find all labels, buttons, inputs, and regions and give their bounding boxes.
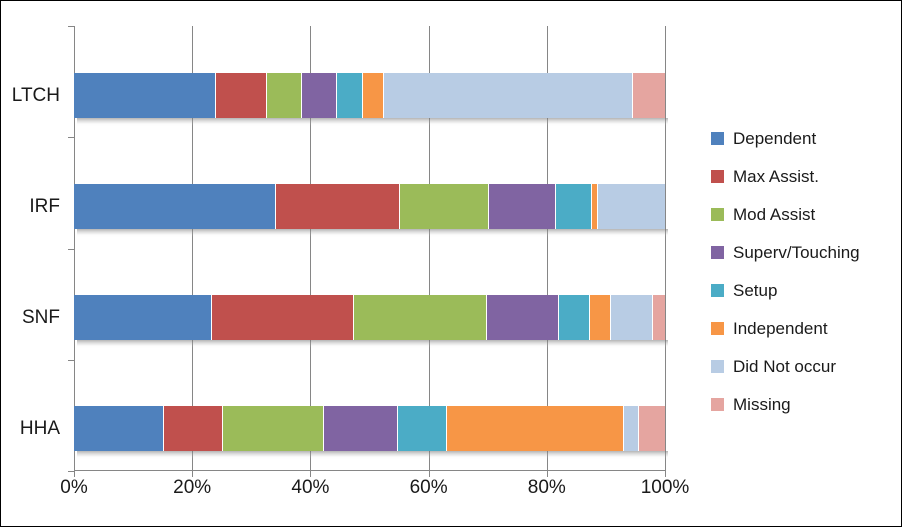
legend-swatch-dependent	[711, 131, 724, 145]
legend-swatch-missing	[711, 397, 724, 411]
legend-item-superv-touching[interactable]: Superv/Touching	[711, 233, 897, 271]
y-axis-label-irf: IRF	[29, 195, 60, 217]
bar-row-ltch	[74, 73, 665, 118]
x-axis-line	[74, 470, 665, 471]
bar-segment-ltch-dependent[interactable]	[74, 73, 217, 118]
bar-segment-hha-setup[interactable]	[398, 406, 447, 451]
x-axis-label-40pct: 40%	[291, 477, 330, 498]
legend-swatch-mod-assist	[711, 207, 724, 221]
y-axis-label-ltch: LTCH	[11, 84, 60, 106]
bar-segment-hha-did-not-occur[interactable]	[624, 406, 639, 451]
legend-label-independent: Independent	[733, 318, 828, 338]
bar-segment-hha-max-assist[interactable]	[164, 406, 223, 451]
legend-item-independent[interactable]: Independent	[711, 309, 897, 347]
x-axis-label-20pct: 20%	[173, 477, 212, 498]
bar-segment-snf-max-assist[interactable]	[212, 295, 355, 340]
bar-row-snf	[74, 295, 665, 340]
bar-segment-ltch-missing[interactable]	[633, 73, 665, 118]
bar-segment-irf-setup[interactable]	[555, 184, 593, 229]
legend-swatch-superv-touching	[711, 245, 724, 259]
y-axis-labels: LTCH IRF SNF HHA	[1, 26, 74, 471]
legend-item-dependent[interactable]: Dependent	[711, 119, 897, 157]
legend-label-max-assist: Max Assist.	[733, 166, 819, 186]
legend-label-dependent: Dependent	[733, 128, 817, 148]
bar-segment-snf-setup[interactable]	[559, 295, 590, 340]
bar-segment-snf-dependent[interactable]	[74, 295, 213, 340]
legend-swatch-setup	[711, 283, 724, 297]
bar-segment-snf-superv-touching[interactable]	[487, 295, 560, 340]
x-axis-label-100pct: 100%	[640, 477, 690, 498]
legend-label-missing: Missing	[733, 394, 791, 414]
y-tick-0	[68, 26, 74, 27]
bar-segment-ltch-superv-touching[interactable]	[302, 73, 337, 118]
legend-item-setup[interactable]: Setup	[711, 271, 897, 309]
bar-segment-ltch-independent[interactable]	[362, 73, 384, 118]
bar-segment-irf-did-not-occur[interactable]	[597, 184, 665, 229]
x-axis-label-80pct: 80%	[527, 477, 566, 498]
legend-item-missing[interactable]: Missing	[711, 385, 897, 423]
bar-row-irf	[74, 184, 665, 229]
legend-swatch-did-not-occur	[711, 359, 724, 373]
y-tick-1	[68, 137, 74, 138]
x-axis-tick-labels: 0% 20% 40% 60% 80% 100%	[1, 477, 741, 509]
bar-segment-irf-mod-assist[interactable]	[399, 184, 489, 229]
gridline-100pct	[665, 26, 666, 471]
bar-segment-snf-independent[interactable]	[589, 295, 612, 340]
legend-swatch-independent	[711, 321, 724, 335]
bar-segment-snf-did-not-occur[interactable]	[611, 295, 653, 340]
chart-container: LTCH IRF SNF HHA 0% 20% 40% 60% 80% 100% Depende…	[0, 0, 902, 527]
bar-shadow-ltch	[77, 118, 668, 126]
legend-label-setup: Setup	[733, 280, 778, 300]
bar-segment-ltch-max-assist[interactable]	[216, 73, 267, 118]
x-axis-label-0pct: 0%	[60, 477, 88, 498]
legend-item-mod-assist[interactable]: Mod Assist	[711, 195, 897, 233]
legend-label-superv-touching: Superv/Touching	[733, 242, 860, 262]
bar-segment-irf-dependent[interactable]	[74, 184, 276, 229]
legend-swatch-max-assist	[711, 169, 724, 183]
bar-segment-hha-independent[interactable]	[446, 406, 625, 451]
legend-item-max-assist[interactable]: Max Assist.	[711, 157, 897, 195]
bar-shadow-snf	[77, 340, 668, 348]
bar-segment-ltch-did-not-occur[interactable]	[383, 73, 634, 118]
bar-segment-irf-superv-touching[interactable]	[488, 184, 556, 229]
bar-shadow-hha	[77, 451, 668, 459]
x-axis-label-60pct: 60%	[409, 477, 448, 498]
bar-segment-ltch-setup[interactable]	[336, 73, 363, 118]
bar-segment-hha-superv-touching[interactable]	[323, 406, 399, 451]
legend-label-mod-assist: Mod Assist	[733, 204, 816, 224]
bar-segment-hha-mod-assist[interactable]	[222, 406, 324, 451]
bar-shadow-irf	[77, 229, 668, 237]
bar-segment-hha-missing[interactable]	[638, 406, 665, 451]
chart-legend: Dependent Max Assist. Mod Assist Superv/Tou…	[711, 119, 897, 423]
legend-item-did-not-occur[interactable]: Did Not occur	[711, 347, 897, 385]
y-axis-label-hha: HHA	[19, 417, 60, 439]
bar-segment-snf-missing[interactable]	[652, 295, 665, 340]
legend-label-did-not-occur: Did Not occur	[733, 356, 836, 376]
bar-row-hha	[74, 406, 665, 451]
bar-segment-snf-mod-assist[interactable]	[354, 295, 488, 340]
bar-segment-irf-max-assist[interactable]	[275, 184, 400, 229]
bar-segment-hha-dependent[interactable]	[74, 406, 165, 451]
y-axis-label-snf: SNF	[22, 306, 60, 328]
plot-area	[68, 26, 668, 477]
y-tick-3	[68, 360, 74, 361]
bar-segment-ltch-mod-assist[interactable]	[266, 73, 303, 118]
y-tick-2	[68, 249, 74, 250]
